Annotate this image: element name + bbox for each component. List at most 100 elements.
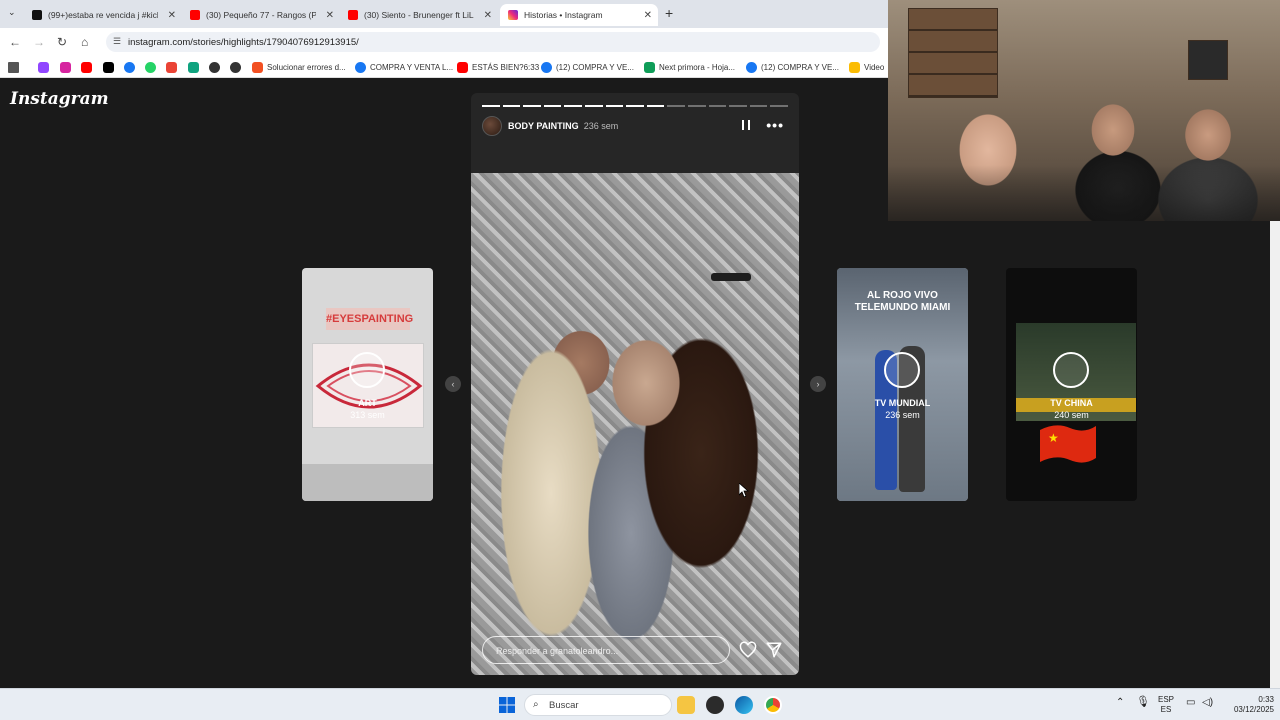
side-story-tv-mundial[interactable]: AL ROJO VIVO TELEMUNDO MIAMI TV MUNDIAL …: [837, 268, 968, 501]
close-icon[interactable]: ✕: [168, 10, 176, 21]
story-title: TV CHINA: [1050, 398, 1093, 408]
back-icon[interactable]: ←: [9, 35, 21, 49]
svg-text:★: ★: [1048, 431, 1059, 445]
windows-start-icon[interactable]: [499, 697, 515, 713]
bookmark-instagram[interactable]: [60, 60, 75, 74]
poster-graphic: [1188, 40, 1228, 80]
side-story-tv-china[interactable]: ★ TV CHINA 240 sem: [1006, 268, 1137, 501]
file-explorer-icon[interactable]: [677, 696, 695, 714]
progress-segment: [584, 105, 603, 107]
apps-grid-icon[interactable]: [8, 60, 23, 74]
bookmark-video[interactable]: Video: [849, 60, 884, 74]
clock[interactable]: 0:33 03/12/2025: [1222, 695, 1274, 715]
bookmark-app[interactable]: [209, 60, 224, 74]
tab-title: Historias • Instagram: [524, 10, 603, 20]
lang-code: ESP: [1158, 695, 1175, 704]
app-icon[interactable]: [706, 696, 724, 714]
address-bar-row: ← → ↻ ⌂ ☰ instagram.com/stories/highligh…: [0, 28, 888, 56]
progress-segment: [626, 105, 644, 107]
like-heart-icon[interactable]: [739, 641, 757, 659]
mouse-cursor-icon: [739, 483, 749, 497]
youtube-icon: [190, 10, 200, 20]
facebook-icon: [541, 61, 552, 73]
search-placeholder: Buscar: [549, 700, 579, 711]
story-bottom-strip: [302, 464, 433, 501]
story-avatar-ring: [884, 352, 920, 388]
close-icon[interactable]: ✕: [326, 10, 334, 21]
bookmark-twitch[interactable]: [38, 60, 53, 74]
webcam-overlay: [888, 0, 1280, 221]
bookmark-label: COMPRA Y VENTA L...: [370, 62, 454, 72]
close-icon[interactable]: ✕: [644, 10, 652, 21]
reply-input[interactable]: Responder a granatoleandro...: [482, 636, 730, 664]
bookmark-solucionar[interactable]: Solucionar errores d...: [252, 60, 346, 74]
avatar[interactable]: [482, 116, 502, 136]
story-avatar-ring: [349, 352, 385, 388]
progress-segment: [687, 105, 706, 107]
pause-icon[interactable]: [742, 120, 750, 130]
bookmark-chatgpt[interactable]: [188, 60, 203, 74]
url-field[interactable]: ☰ instagram.com/stories/highlights/17904…: [106, 32, 880, 52]
bookmark-facebook[interactable]: [124, 60, 139, 74]
bookmark-label: Video: [864, 62, 885, 72]
share-send-icon[interactable]: [765, 641, 783, 659]
bookmark-x[interactable]: [103, 60, 118, 74]
photos-icon: [849, 61, 860, 73]
new-tab-button[interactable]: +: [665, 5, 673, 21]
tab-search-icon[interactable]: ⌄: [8, 7, 16, 18]
youtube-icon: [348, 10, 358, 20]
chrome-icon[interactable]: [764, 696, 782, 714]
edge-icon[interactable]: [735, 696, 753, 714]
story-progress-bar: [482, 105, 788, 107]
clock-time: 0:33: [1258, 695, 1274, 704]
tab-title: (30) Pequeño 77 - Rangos (Prod.: [206, 10, 316, 20]
story-title: TV MUNDIAL: [874, 398, 931, 408]
bookmark-web[interactable]: [230, 60, 245, 74]
instagram-logo[interactable]: Instagram: [10, 89, 109, 109]
bookmark-compra-venta-2[interactable]: (12) COMPRA Y VE...: [541, 60, 634, 74]
facebook-icon: [355, 61, 366, 73]
page-scrollbar[interactable]: [1270, 221, 1280, 688]
tab-youtube-pequeno[interactable]: (30) Pequeño 77 - Rangos (Prod. ✕: [182, 4, 340, 26]
progress-segment: [729, 105, 747, 107]
tab-kick[interactable]: (99+)estaba re vencida j #kick ✕: [24, 4, 182, 26]
volume-icon[interactable]: ◁): [1202, 698, 1213, 708]
search-icon: ⌕: [533, 699, 539, 710]
bookmark-compra-venta-3[interactable]: (12) COMPRA Y VE...: [746, 60, 839, 74]
story-overlay-text: AL ROJO VIVO TELEMUNDO MIAMI: [854, 290, 951, 313]
tab-youtube-siento[interactable]: (30) Siento - Brunenger ft LiL C ✕: [340, 4, 498, 26]
bookmark-label: (12) COMPRA Y VE...: [556, 62, 634, 72]
story-title: ART: [358, 398, 377, 408]
tab-instagram[interactable]: Historias • Instagram ✕: [500, 4, 658, 26]
microphone-icon[interactable]: 🎙: [1136, 697, 1150, 708]
bookmark-next-primora[interactable]: Next primora - Hoja...: [644, 60, 735, 74]
next-story-button[interactable]: ›: [810, 376, 826, 392]
bookmark-compra-venta-1[interactable]: COMPRA Y VENTA L...: [355, 60, 453, 74]
more-options-icon[interactable]: •••: [766, 117, 784, 133]
progress-segment: [749, 105, 768, 107]
close-icon[interactable]: ✕: [484, 10, 492, 21]
network-icon[interactable]: ▭: [1186, 698, 1195, 708]
story-username[interactable]: BODY PAINTING: [508, 121, 579, 131]
bookmark-label: (12) COMPRA Y VE...: [761, 62, 839, 72]
clock-date: 03/12/2025: [1233, 705, 1274, 714]
show-hidden-icons[interactable]: ⌃: [1116, 698, 1124, 708]
side-story-art[interactable]: #EYESPAINTING ART 313 sem: [302, 268, 433, 501]
language-indicator[interactable]: ESP ES: [1158, 695, 1174, 715]
bookmark-youtube[interactable]: [81, 60, 96, 74]
windows-taskbar: ⌕ Buscar ⌃ 🎙 ESP ES ▭ ◁) 0:33 03/12/2025: [0, 688, 1280, 720]
forward-icon[interactable]: →: [33, 35, 45, 49]
reload-icon[interactable]: ↻: [57, 35, 67, 49]
progress-segment: [605, 105, 624, 107]
home-icon[interactable]: ⌂: [81, 35, 88, 49]
taskbar-search[interactable]: ⌕ Buscar: [524, 694, 672, 716]
bookmark-gmail[interactable]: [166, 60, 181, 74]
previous-story-button[interactable]: ‹: [445, 376, 461, 392]
bookmarks-bar: Solucionar errores d... COMPRA Y VENTA L…: [0, 56, 888, 78]
site-info-icon[interactable]: ☰: [113, 36, 121, 47]
bookmark-whatsapp[interactable]: [145, 60, 160, 74]
tab-title: (30) Siento - Brunenger ft LiL C: [364, 10, 474, 20]
story-time: 240 sem: [1054, 410, 1089, 420]
bookmark-estas-bien[interactable]: ESTÁS BIEN?6:33: [457, 60, 539, 74]
youtube-icon: [457, 61, 468, 73]
